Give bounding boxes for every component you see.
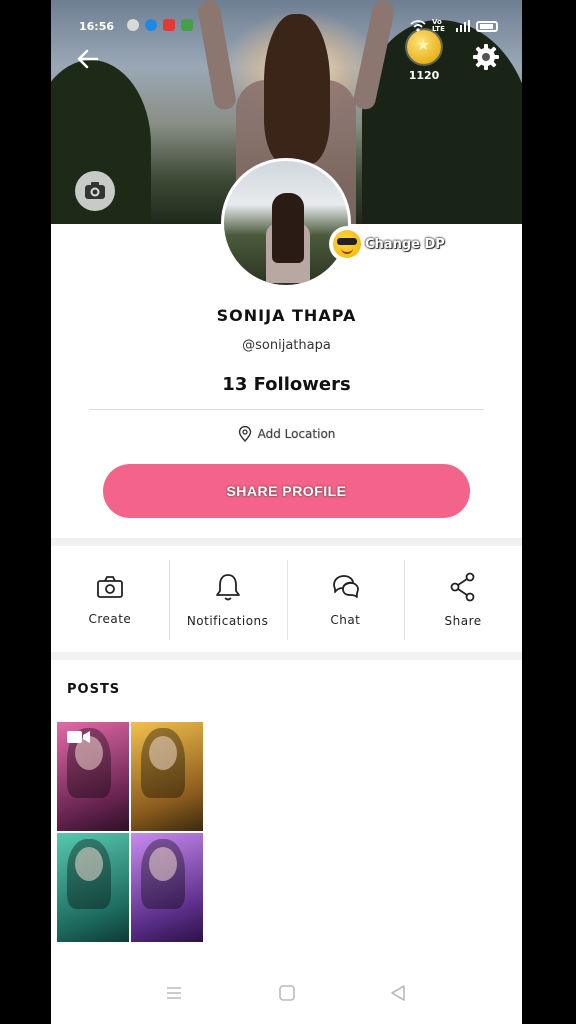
home-square-icon[interactable] — [276, 982, 298, 1004]
gear-icon[interactable] — [471, 42, 501, 72]
battery-icon — [476, 20, 498, 32]
followers-count[interactable]: 13 Followers — [51, 374, 522, 395]
avatar[interactable] — [221, 158, 351, 288]
network-type-label: Vo LTE — [432, 18, 445, 33]
status-time: 16:56 — [79, 20, 115, 33]
video-camera-icon — [67, 731, 90, 743]
action-label: Create — [88, 612, 132, 626]
notification-app-icon — [163, 19, 175, 31]
action-label: Notifications — [186, 614, 269, 628]
sunglasses-emoji-icon — [333, 230, 361, 258]
coin-count: 1120 — [408, 69, 440, 82]
post-person-face — [149, 847, 177, 881]
create-action[interactable]: Create — [51, 548, 169, 652]
post-collage-cell — [131, 833, 203, 942]
posts-heading: POSTS — [67, 682, 121, 697]
coin-icon[interactable] — [407, 30, 441, 64]
notification-app-icon — [127, 19, 139, 31]
back-arrow-icon[interactable] — [73, 44, 103, 74]
status-bar: 16:56 Vo LTE — [51, 16, 522, 38]
status-notification-icons — [127, 19, 193, 31]
notification-app-icon — [181, 19, 193, 31]
share-icon — [450, 572, 475, 602]
action-label: Chat — [330, 613, 361, 627]
bell-icon — [215, 574, 240, 601]
notifications-action[interactable]: Notifications — [168, 548, 287, 652]
post-person-face — [75, 847, 103, 881]
add-location-link[interactable]: Add Location — [51, 426, 522, 442]
post-collage-cell — [131, 722, 203, 831]
post-collage-cell — [57, 833, 129, 942]
section-separator — [51, 538, 522, 546]
change-dp-button[interactable]: Change DP — [329, 226, 455, 262]
back-triangle-icon[interactable] — [387, 982, 409, 1004]
profile-screen: 16:56 Vo LTE 1120 — [51, 0, 522, 1024]
cover-camera-button[interactable] — [75, 171, 115, 211]
profile-handle: @sonijathapa — [242, 338, 331, 353]
avatar-person-hair — [272, 193, 304, 263]
share-action[interactable]: Share — [404, 548, 522, 652]
post-person-face — [149, 736, 177, 770]
change-dp-label: Change DP — [365, 236, 445, 252]
post-thumbnail[interactable] — [57, 722, 203, 942]
menu-icon[interactable] — [163, 982, 185, 1004]
signal-icon — [456, 20, 470, 32]
camera-outline-icon — [96, 576, 123, 598]
location-pin-icon — [238, 426, 251, 442]
divider — [89, 409, 484, 410]
chat-bubbles-icon — [333, 575, 360, 598]
system-nav-bar — [51, 978, 522, 1008]
action-bar: Create Notifications Chat Share — [51, 548, 522, 652]
notification-app-icon — [145, 19, 157, 31]
add-location-label: Add Location — [257, 427, 336, 441]
section-separator — [51, 652, 522, 660]
share-profile-button[interactable]: SHARE PROFILE — [103, 464, 470, 518]
action-label: Share — [444, 614, 482, 628]
profile-name: SONIJA THAPA — [216, 306, 357, 325]
chat-action[interactable]: Chat — [286, 548, 405, 652]
camera-icon — [85, 182, 105, 199]
